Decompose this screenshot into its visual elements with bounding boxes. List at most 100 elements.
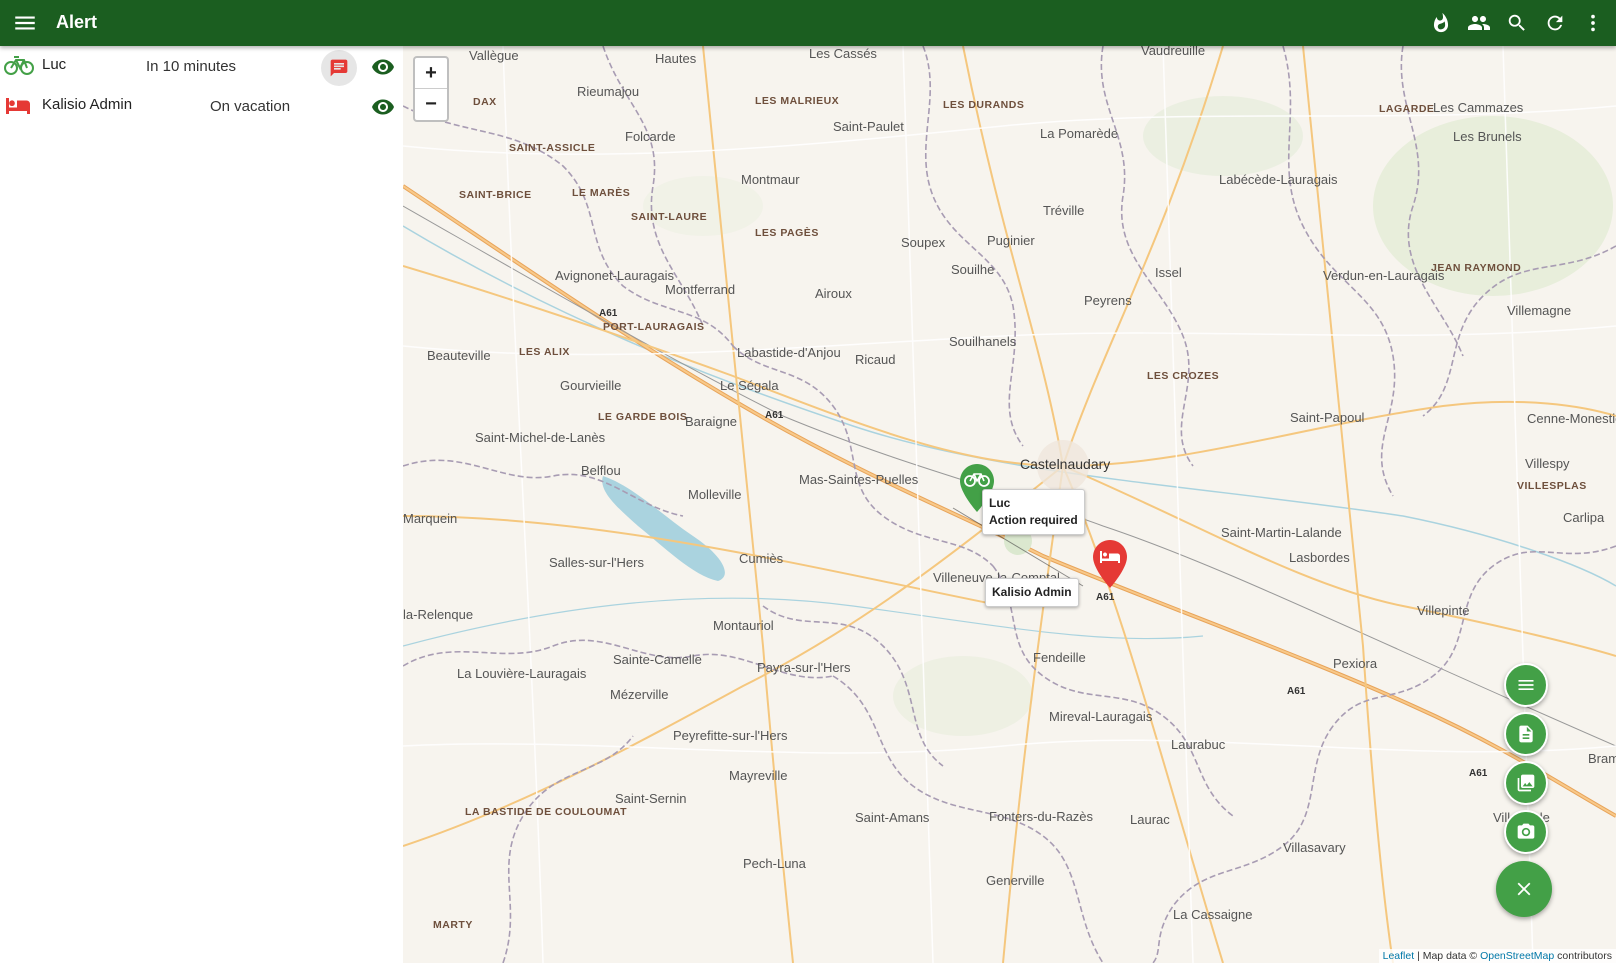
place-label: Souilhe [951, 262, 995, 277]
more-vert-icon[interactable] [1580, 10, 1606, 36]
place-label: Soupex [901, 235, 946, 250]
place-label: Generville [986, 873, 1045, 888]
leaflet-link[interactable]: Leaflet [1383, 950, 1415, 962]
chat-icon [330, 59, 348, 77]
menu-icon[interactable] [12, 10, 38, 36]
place-label: Avignonet-Lauragais [555, 268, 675, 283]
kalisio-admin-marker[interactable] [1093, 540, 1127, 588]
document-fab[interactable] [1504, 712, 1548, 756]
member-status: On vacation [210, 98, 291, 115]
road-label: A61 [599, 308, 618, 319]
place-label: DAX [473, 96, 497, 108]
place-label: Villespy [1525, 456, 1570, 471]
list-item[interactable]: Luc In 10 minutes [0, 46, 403, 86]
place-label: Sainte-Camelle [613, 652, 702, 667]
people-icon[interactable] [1466, 10, 1492, 36]
place-label: Villepinte [1417, 603, 1470, 618]
eye-icon [372, 99, 394, 115]
zoom-control: + − [413, 56, 449, 122]
place-label: Saint-Martin-Lalande [1221, 525, 1342, 540]
place-label: Saint-Amans [855, 810, 930, 825]
place-label: Baraigne [685, 414, 738, 429]
place-label: MARTY [433, 919, 473, 931]
list-item[interactable]: Kalisio Admin On vacation [0, 86, 403, 126]
place-label: Peyrens [1084, 293, 1132, 308]
zoom-out-button[interactable]: − [415, 89, 447, 119]
place-label: Pech-Luna [743, 856, 806, 871]
member-name: Luc [42, 56, 67, 73]
road-label: A61 [1469, 768, 1488, 779]
place-label: Castelnaudary [1020, 456, 1111, 472]
place-label: Ricaud [855, 352, 896, 367]
list-fab[interactable] [1504, 663, 1548, 707]
page-title: Alert [56, 12, 98, 32]
document-icon [1519, 725, 1533, 743]
place-label: LAGARDE [1379, 103, 1435, 115]
place-label: Montmaur [741, 172, 800, 187]
eye-icon [372, 59, 394, 75]
place-label: Puginier [987, 233, 1035, 248]
zoom-in-button[interactable]: + [415, 58, 447, 89]
bed-marker-icon [1093, 540, 1127, 588]
image-fab[interactable] [1504, 761, 1548, 805]
visibility-button[interactable] [370, 94, 396, 120]
place-label: Vaudreuille [1141, 46, 1206, 58]
place-label: Fendeille [1033, 650, 1086, 665]
place-label: Souilhanels [949, 334, 1017, 349]
search-icon[interactable] [1504, 10, 1530, 36]
place-label: Montferrand [665, 282, 736, 297]
map-view[interactable]: Vallègue Hautes Les Cassés Vaudreuille R… [403, 46, 1616, 963]
place-label: Mézerville [610, 687, 669, 702]
place-label: Mayreville [729, 768, 788, 783]
place-label: Marquein [403, 511, 458, 526]
close-icon [1517, 882, 1531, 896]
place-label: Tréville [1043, 203, 1085, 218]
close-fab[interactable] [1496, 861, 1552, 917]
place-label: Cumiès [739, 551, 784, 566]
camera-fab[interactable] [1504, 810, 1548, 854]
place-label: Belflou [581, 463, 621, 478]
road-label: A61 [765, 410, 784, 421]
place-label: Villasavary [1283, 840, 1346, 855]
place-label: Gourvieille [560, 378, 622, 393]
members-sidebar: Luc In 10 minutes Kalisio Admin On vacat… [0, 46, 403, 963]
place-label: Rieumajou [577, 84, 640, 99]
attribution-text: | Map data © [1417, 950, 1478, 962]
osm-link[interactable]: OpenStreetMap [1480, 950, 1554, 962]
place-label: LES MALRIEUX [755, 95, 840, 107]
place-label: Villemagne [1507, 303, 1572, 318]
place-label: Verdun-en-Lauragais [1323, 268, 1445, 283]
refresh-icon[interactable] [1542, 10, 1568, 36]
tooltip-name: Luc [989, 496, 1011, 510]
kalisio-admin-tooltip: Kalisio Admin [985, 578, 1079, 607]
place-label: SAINT-BRICE [459, 189, 532, 201]
place-label: Les Cammazes [1433, 100, 1524, 115]
fire-icon[interactable] [1428, 10, 1454, 36]
place-label: SAINT-LAURE [631, 211, 708, 223]
place-label: LES CROZES [1147, 370, 1220, 382]
place-label: la-Relenque [403, 607, 474, 622]
chat-button[interactable] [321, 50, 357, 86]
place-label: Bram [1588, 751, 1616, 766]
map-attribution: Leaflet | Map data © OpenStreetMap contr… [1378, 949, 1616, 963]
member-name: Kalisio Admin [42, 96, 133, 113]
place-label: Saint-Paulet [833, 119, 904, 134]
luc-tooltip: Luc Action required [982, 489, 1085, 535]
place-label: Salles-sur-l'Hers [549, 555, 644, 570]
place-label: Laurabuc [1171, 737, 1226, 752]
app-bar: Alert [0, 0, 1616, 46]
place-label: Mas-Saintes-Puelles [799, 472, 919, 487]
member-status: In 10 minutes [146, 58, 237, 75]
camera-icon [1517, 823, 1535, 839]
place-label: La Cassaigne [1173, 907, 1253, 922]
place-label: LES PAGÈS [755, 227, 819, 239]
tooltip-name: Kalisio Admin [992, 585, 1072, 599]
place-label: VILLESPLAS [1517, 480, 1587, 492]
place-label: Molleville [688, 487, 742, 502]
visibility-button[interactable] [370, 54, 396, 80]
road-label: A61 [1287, 686, 1306, 697]
place-label: SAINT-ASSICLE [509, 142, 596, 154]
place-label: Beauteville [427, 348, 491, 363]
place-label: Carlipa [1563, 510, 1605, 525]
place-label: Le Ségala [720, 378, 779, 393]
